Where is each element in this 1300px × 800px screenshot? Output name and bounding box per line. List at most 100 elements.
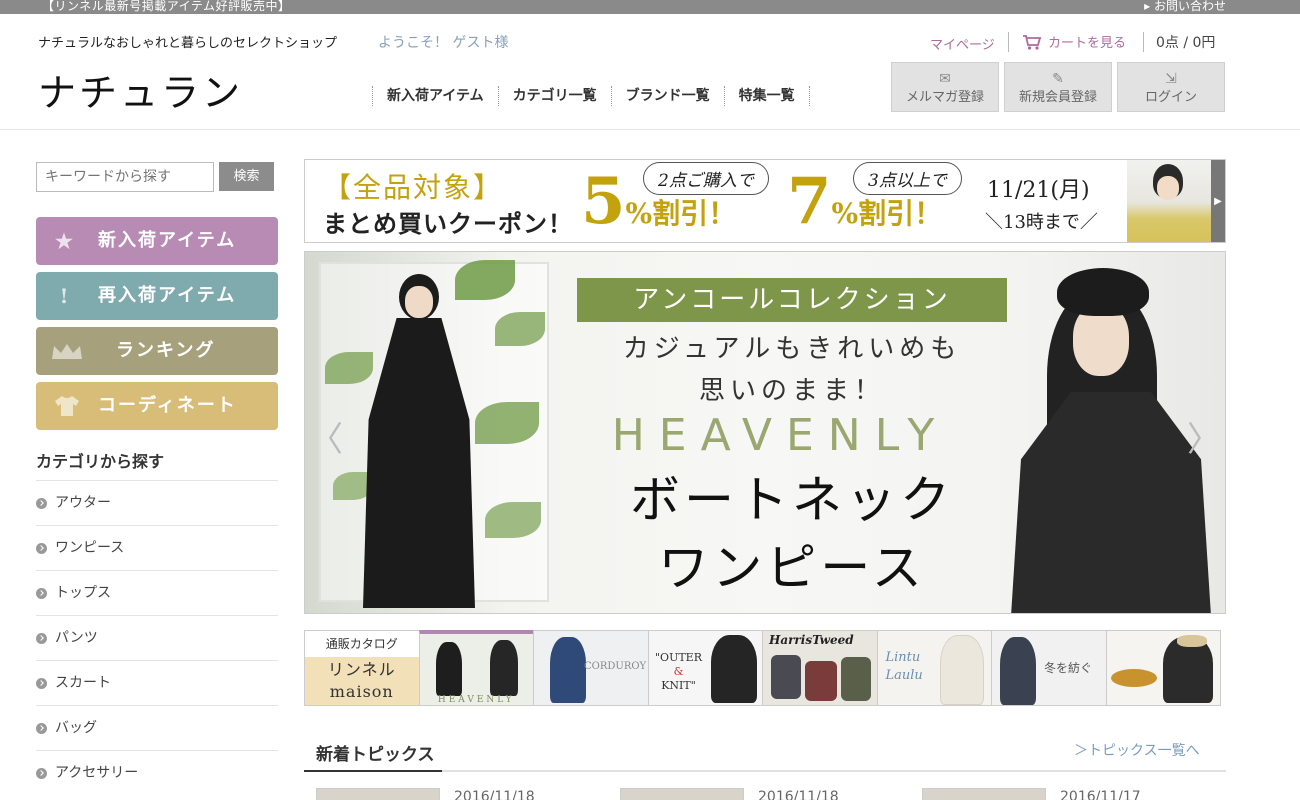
hero-product-line2: ワンピース bbox=[658, 539, 926, 597]
announcement-text[interactable]: 【リンネル最新号掲載アイテム好評販売中】 bbox=[42, 0, 291, 13]
cart-icon bbox=[1023, 34, 1042, 50]
contact-link[interactable]: ▸ お問い合わせ bbox=[1144, 0, 1226, 13]
arrow-circle-icon bbox=[36, 722, 47, 734]
site-header: ナチュラルなおしゃれと暮らしのセレクトショップ ナチュラン ようこそ！ ゲスト様… bbox=[0, 14, 1300, 130]
search-input[interactable] bbox=[36, 162, 214, 192]
exclamation-icon: ! bbox=[59, 284, 71, 308]
newsletter-button[interactable]: ✉ メルマガ登録 bbox=[891, 62, 999, 112]
topic-item[interactable]: 2016/11/17 bbox=[922, 788, 1141, 800]
category-item[interactable]: ワンピース bbox=[36, 525, 278, 570]
category-item[interactable]: バッグ bbox=[36, 705, 278, 750]
crown-icon bbox=[50, 327, 84, 378]
hero-model-right bbox=[1011, 392, 1211, 613]
thumb-figure bbox=[1000, 637, 1036, 705]
hero-next-arrow-icon[interactable]: 〉 bbox=[1187, 412, 1221, 461]
thumb-figure bbox=[435, 642, 462, 696]
thumb-hat bbox=[1176, 635, 1207, 647]
sidebar-restock-button[interactable]: ! 再入荷アイテム bbox=[36, 272, 278, 320]
topic-thumbnail bbox=[620, 788, 744, 800]
coupon-subtitle: まとめ買いクーポン！ bbox=[323, 209, 573, 238]
arrow-circle-icon bbox=[36, 767, 47, 779]
hero-brand: HEAVENLY bbox=[611, 410, 949, 461]
hero-copy-line2: 思いのまま！ bbox=[698, 376, 885, 406]
hero-prev-arrow-icon[interactable]: 〈 bbox=[309, 412, 343, 461]
category-list: アウター ワンピース トップス パンツ スカート バッグ アクセサリー bbox=[36, 480, 278, 795]
topics-heading: 新着トピックス bbox=[316, 745, 435, 765]
topic-date: 2016/11/18 bbox=[758, 789, 839, 800]
topic-date: 2016/11/18 bbox=[454, 789, 535, 800]
coupon-offer2-percent: 7%割引！ bbox=[787, 164, 943, 239]
thumb-outer-knit[interactable]: "OUTER & KNIT" bbox=[647, 630, 763, 706]
thumb-corduroy[interactable]: CORDUROY bbox=[533, 630, 649, 706]
login-icon: ⇲ bbox=[1165, 71, 1177, 87]
thumb-figure bbox=[710, 635, 757, 703]
nav-categories[interactable]: カテゴリ一覧 bbox=[497, 86, 611, 106]
arrow-circle-icon bbox=[36, 497, 47, 509]
site-logo[interactable]: ナチュラン bbox=[38, 62, 243, 117]
topic-thumbnail bbox=[922, 788, 1046, 800]
hero-banner[interactable]: アンコールコレクション カジュアルもきれいめも 思いのまま！ HEAVENLY … bbox=[304, 251, 1226, 614]
tshirt-icon bbox=[54, 382, 79, 434]
mypage-link[interactable]: マイページ bbox=[930, 34, 995, 53]
thumb-figure bbox=[939, 635, 984, 705]
coupon-next-arrow-icon[interactable]: ▶ bbox=[1211, 160, 1225, 242]
thumb-hat bbox=[1110, 669, 1157, 687]
hero-product-line1: ボートネック bbox=[630, 471, 954, 529]
hero-plant-decor bbox=[485, 502, 541, 538]
hero-copy-line1: カジュアルもきれいめも bbox=[622, 334, 962, 364]
pencil-icon: ✎ bbox=[1052, 71, 1064, 87]
category-heading: カテゴリから探す bbox=[36, 452, 165, 471]
nav-brands[interactable]: ブランド一覧 bbox=[610, 86, 724, 106]
hero-model-right-hat bbox=[1057, 268, 1149, 316]
thumb-catalog[interactable]: 通販カタログ リンネル maison bbox=[304, 630, 420, 706]
envelope-icon: ✉ bbox=[939, 71, 951, 87]
thumb-bag bbox=[841, 657, 871, 701]
topics-more-link[interactable]: ＞トピックス一覧へ bbox=[1074, 740, 1200, 760]
search-button[interactable]: 検索 bbox=[219, 162, 274, 191]
cart-link[interactable]: カートを見る bbox=[1022, 32, 1126, 51]
sidebar-coordinate-button[interactable]: コーディネート bbox=[36, 382, 278, 430]
category-item[interactable]: アクセサリー bbox=[36, 750, 278, 795]
hero-plant-decor bbox=[495, 312, 545, 346]
cart-summary: 0点 / 0円 bbox=[1156, 35, 1216, 51]
thumb-heavenly[interactable]: HEAVENLY bbox=[418, 630, 534, 706]
thumb-hats[interactable] bbox=[1105, 630, 1221, 706]
register-button[interactable]: ✎ 新規会員登録 bbox=[1004, 62, 1112, 112]
topic-date: 2016/11/17 bbox=[1060, 789, 1141, 800]
coupon-offer1-percent: 5%割引！ bbox=[581, 164, 737, 239]
nav-features[interactable]: 特集一覧 bbox=[723, 86, 810, 106]
global-nav: 新入荷アイテム カテゴリ一覧 ブランド一覧 特集一覧 bbox=[372, 86, 810, 106]
thumb-harris-tweed[interactable]: HarrisTweed bbox=[762, 630, 878, 706]
category-item[interactable]: アウター bbox=[36, 480, 278, 525]
hero-collection-label: アンコールコレクション bbox=[577, 278, 1007, 322]
category-item[interactable]: トップス bbox=[36, 570, 278, 615]
coupon-banner[interactable]: 【全品対象】 まとめ買いクーポン！ 2点ご購入で 5%割引！ 3点以上で 7%割… bbox=[304, 159, 1226, 243]
thumb-figure bbox=[489, 640, 518, 696]
sidebar-new-arrivals-button[interactable]: ★ 新入荷アイテム bbox=[36, 217, 278, 265]
arrow-circle-icon bbox=[36, 632, 47, 644]
site-tagline: ナチュラルなおしゃれと暮らしのセレクトショップ bbox=[38, 36, 338, 51]
coupon-model-photo bbox=[1127, 160, 1215, 242]
thumb-bag bbox=[771, 655, 801, 699]
thumb-fuyu-wo-tsumugu[interactable]: 冬を紡ぐ bbox=[991, 630, 1107, 706]
banner-thumbnails: 通販カタログ リンネル maison HEAVENLY CORDUROY "OU… bbox=[304, 630, 1228, 706]
header-divider bbox=[1143, 32, 1144, 52]
sidebar-ranking-button[interactable]: ランキング bbox=[36, 327, 278, 375]
welcome-message: ようこそ！ ゲスト様 bbox=[378, 35, 509, 51]
topic-item[interactable]: 2016/11/18 bbox=[316, 788, 535, 800]
topic-item[interactable]: 2016/11/18 bbox=[620, 788, 839, 800]
hero-plant-decor bbox=[455, 260, 515, 300]
arrow-circle-icon bbox=[36, 677, 47, 689]
coupon-deadline: ＼13時まで／ bbox=[985, 212, 1098, 233]
coupon-date: 11/21(月) bbox=[987, 178, 1090, 203]
hero-model-left-face bbox=[405, 286, 433, 318]
header-divider bbox=[1008, 32, 1009, 52]
category-item[interactable]: パンツ bbox=[36, 615, 278, 660]
nav-new-arrivals[interactable]: 新入荷アイテム bbox=[372, 86, 498, 106]
hero-plant-decor bbox=[325, 352, 373, 384]
category-item[interactable]: スカート bbox=[36, 660, 278, 705]
arrow-circle-icon bbox=[36, 542, 47, 554]
thumb-lintu-laulu[interactable]: Lintu Laulu bbox=[876, 630, 992, 706]
thumb-figure bbox=[550, 637, 586, 703]
login-button[interactable]: ⇲ ログイン bbox=[1117, 62, 1225, 112]
